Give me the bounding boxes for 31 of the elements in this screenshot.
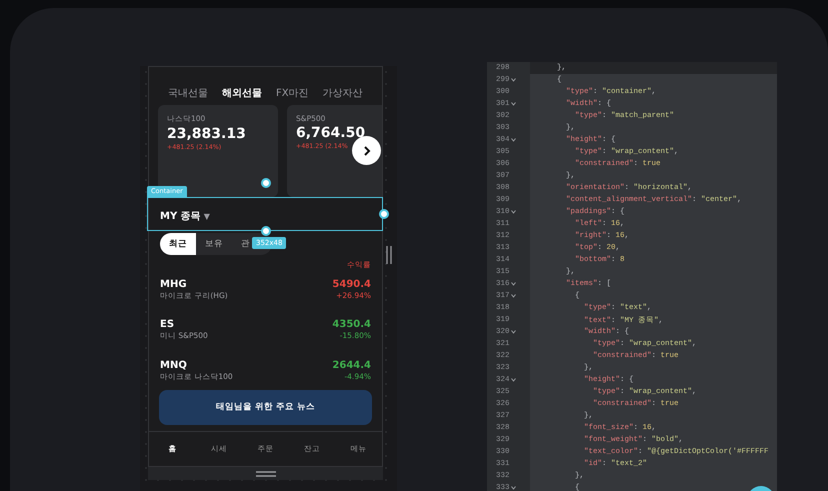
filter-tab[interactable]: 최근	[160, 232, 196, 255]
filter-tab[interactable]: 보유	[196, 232, 232, 255]
caret-icon[interactable]: ▼	[204, 212, 210, 221]
symbol: MNQ	[160, 360, 188, 370]
fold-icon[interactable]	[510, 378, 516, 382]
resize-handle[interactable]	[379, 209, 389, 219]
market-tab[interactable]: 해외선물	[222, 86, 262, 106]
index-price: 23,883.13	[167, 126, 246, 142]
market-tab[interactable]: 국내선물	[168, 86, 208, 106]
symbol: ES	[160, 319, 176, 330]
market-tab[interactable]: FX마진	[276, 86, 309, 106]
index-price: 6,764.50	[296, 125, 366, 142]
section-title: MY 종목	[160, 210, 201, 224]
chevron-right-icon	[362, 146, 372, 156]
fold-icon[interactable]	[510, 282, 516, 286]
symbol: MHG	[160, 279, 188, 290]
market-tab[interactable]: 가상자산	[322, 86, 363, 106]
news-button[interactable]: 태임님을 위한 주요 뉴스	[159, 390, 372, 425]
filter-tab[interactable]: 관	[232, 232, 250, 255]
fold-icon[interactable]	[510, 486, 516, 490]
price: 4350.4	[332, 319, 371, 330]
fold-icon[interactable]	[510, 330, 516, 334]
fold-icon[interactable]	[510, 102, 516, 106]
fold-icon[interactable]	[510, 138, 516, 142]
price: 5490.4	[332, 279, 371, 290]
splitter-grip-icon[interactable]	[386, 246, 392, 264]
price: 2644.4	[332, 360, 371, 370]
fold-icon[interactable]	[510, 78, 516, 82]
fold-icon[interactable]	[510, 210, 516, 214]
fold-icon[interactable]	[510, 294, 516, 298]
drag-handle-icon[interactable]	[256, 470, 276, 476]
